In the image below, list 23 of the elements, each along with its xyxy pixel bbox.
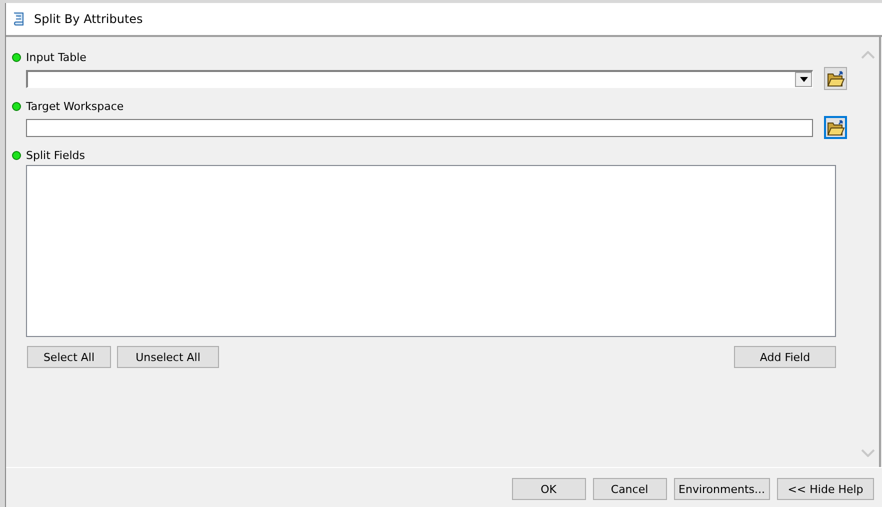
scroll-icon — [12, 11, 26, 27]
window-title: Split By Attributes — [34, 12, 143, 26]
dialog-button[interactable]: Environments... — [674, 478, 770, 500]
browse-button[interactable] — [824, 67, 847, 90]
parameter-label: Target Workspace — [26, 100, 124, 112]
folder-icon — [826, 120, 844, 136]
list-button[interactable]: Unselect All — [117, 346, 219, 368]
input-field[interactable] — [26, 118, 813, 136]
required-dot — [12, 52, 21, 62]
parameter-label: Split Fields — [26, 148, 86, 162]
browse-button[interactable] — [824, 116, 847, 139]
parameter-label: Input Table — [26, 50, 86, 64]
required-dot — [12, 102, 21, 110]
dropdown-icon[interactable] — [795, 72, 812, 86]
dialog-button[interactable]: Cancel — [592, 478, 667, 500]
list-button[interactable]: Select All — [27, 346, 111, 368]
dialog-button[interactable]: << Hide Help — [777, 478, 874, 500]
input-field[interactable] — [26, 70, 813, 88]
add-field-button[interactable]: Add Field — [734, 346, 836, 368]
field-list[interactable] — [26, 165, 836, 337]
folder-icon — [826, 70, 844, 86]
dialog-button[interactable]: OK — [512, 478, 586, 500]
required-dot — [12, 150, 21, 160]
